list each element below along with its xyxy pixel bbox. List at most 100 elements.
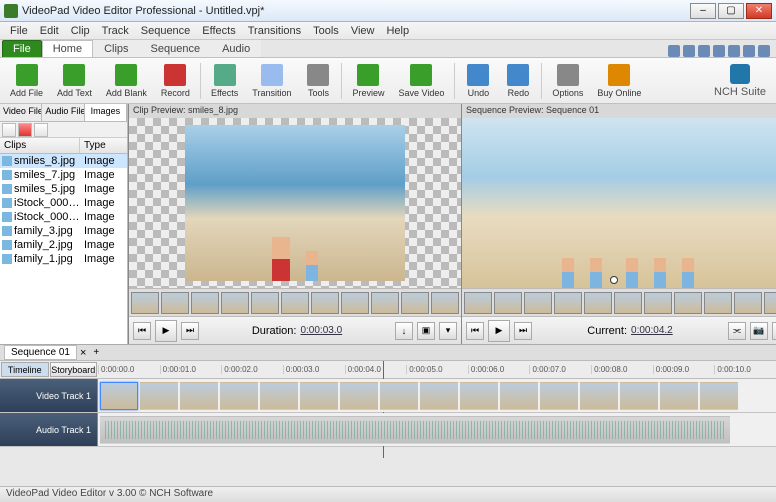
bin-tab-video-files[interactable]: Video Files (0, 104, 42, 121)
frame-thumb[interactable] (161, 292, 189, 314)
frame-thumb[interactable] (554, 292, 582, 314)
video-clip[interactable] (540, 382, 578, 410)
bin-list[interactable]: smiles_8.jpgImagesmiles_7.jpgImagesmiles… (0, 154, 127, 344)
options-button[interactable]: Options (546, 62, 589, 100)
preview-button[interactable]: Preview (346, 62, 390, 100)
frame-thumb[interactable] (704, 292, 732, 314)
more-icon[interactable] (758, 45, 770, 57)
tab-audio[interactable]: Audio (211, 40, 261, 57)
clip-duration[interactable]: 0:00:03.0 (300, 325, 342, 336)
frame-thumb[interactable] (734, 292, 762, 314)
clip-in-button[interactable]: ↓ (395, 322, 413, 340)
frame-thumb[interactable] (584, 292, 612, 314)
video-clip[interactable] (260, 382, 298, 410)
bin-item[interactable]: iStock_000015049876SmImage (0, 196, 127, 210)
tab-file[interactable]: File (2, 40, 42, 57)
audio-track-body[interactable] (98, 413, 776, 446)
buy-online-button[interactable]: Buy Online (591, 62, 647, 100)
menu-effects[interactable]: Effects (196, 23, 241, 39)
bin-item[interactable]: smiles_5.jpgImage (0, 182, 127, 196)
audio-clip[interactable] (100, 416, 730, 444)
clip-preview-viewer[interactable] (129, 118, 461, 288)
frame-thumb[interactable] (281, 292, 309, 314)
seq-current-time[interactable]: 0:00:04.2 (631, 325, 673, 336)
bin-add-icon[interactable] (2, 123, 16, 137)
google-icon[interactable] (698, 45, 710, 57)
audio-track-label[interactable]: Audio Track 1 (0, 413, 98, 446)
facebook-icon[interactable] (668, 45, 680, 57)
frame-thumb[interactable] (371, 292, 399, 314)
frame-thumb[interactable] (251, 292, 279, 314)
bin-header-clips[interactable]: Clips (0, 138, 80, 153)
timeline-ruler[interactable]: 0:00:00.00:00:01.00:00:02.00:00:03.00:00… (98, 361, 776, 378)
tab-clips[interactable]: Clips (93, 40, 139, 57)
bin-item[interactable]: iStock_000015013068SmImage (0, 210, 127, 224)
seq-link-button[interactable]: ⫘ (728, 322, 746, 340)
menu-track[interactable]: Track (96, 23, 135, 39)
frame-thumb[interactable] (494, 292, 522, 314)
video-clip[interactable] (500, 382, 538, 410)
tab-home[interactable]: Home (42, 40, 93, 57)
menu-view[interactable]: View (345, 23, 381, 39)
bin-item[interactable]: smiles_7.jpgImage (0, 168, 127, 182)
bin-item[interactable]: smiles_8.jpgImage (0, 154, 127, 168)
video-track-body[interactable] (98, 379, 776, 412)
video-clip[interactable] (660, 382, 698, 410)
bin-item[interactable]: family_3.jpgImage (0, 224, 127, 238)
menu-file[interactable]: File (4, 23, 34, 39)
video-clip[interactable] (460, 382, 498, 410)
bin-view-icon[interactable] (34, 123, 48, 137)
sequence-tab-close-icon[interactable]: × (77, 347, 89, 359)
bin-header-type[interactable]: Type (80, 138, 110, 153)
frame-thumb[interactable] (644, 292, 672, 314)
clip-next-button[interactable]: ⏭ (181, 322, 199, 340)
frame-thumb[interactable] (464, 292, 492, 314)
menu-help[interactable]: Help (380, 23, 415, 39)
bin-tab-images[interactable]: Images (85, 104, 127, 121)
menu-transitions[interactable]: Transitions (242, 23, 307, 39)
clip-prev-button[interactable]: ⏮ (133, 322, 151, 340)
seq-next-button[interactable]: ⏭ (514, 322, 532, 340)
frame-thumb[interactable] (131, 292, 159, 314)
bin-item[interactable]: family_2.jpgImage (0, 238, 127, 252)
add-sequence-button[interactable]: + (89, 346, 103, 359)
tab-sequence[interactable]: Sequence (140, 40, 212, 57)
seq-options-button[interactable]: ▾ (772, 322, 776, 340)
bin-tab-audio-files[interactable]: Audio Files (42, 104, 84, 121)
frame-thumb[interactable] (341, 292, 369, 314)
video-clip[interactable] (300, 382, 338, 410)
twitter-icon[interactable] (683, 45, 695, 57)
nch-suite-button[interactable]: NCH Suite (714, 64, 772, 98)
menu-edit[interactable]: Edit (34, 23, 65, 39)
sequence-frame-strip[interactable] (462, 288, 776, 316)
frame-thumb[interactable] (674, 292, 702, 314)
clip-play-button[interactable]: ▶ (155, 320, 177, 342)
video-clip[interactable] (220, 382, 258, 410)
rss-icon[interactable] (743, 45, 755, 57)
sequence-tab[interactable]: Sequence 01 (4, 345, 77, 360)
storyboard-mode-button[interactable]: Storyboard (50, 362, 98, 377)
frame-thumb[interactable] (764, 292, 776, 314)
save-video-button[interactable]: Save Video (393, 62, 451, 100)
menu-clip[interactable]: Clip (65, 23, 96, 39)
bin-item[interactable]: family_1.jpgImage (0, 252, 127, 266)
add-blank-button[interactable]: Add Blank (100, 62, 153, 100)
clip-frame-strip[interactable] (129, 288, 461, 316)
frame-thumb[interactable] (431, 292, 459, 314)
frame-thumb[interactable] (191, 292, 219, 314)
redo-button[interactable]: Redo (499, 62, 537, 100)
menu-sequence[interactable]: Sequence (135, 23, 197, 39)
timeline-mode-button[interactable]: Timeline (1, 362, 49, 377)
frame-thumb[interactable] (311, 292, 339, 314)
add-text-button[interactable]: Add Text (51, 62, 98, 100)
transition-button[interactable]: Transition (246, 62, 297, 100)
add-file-button[interactable]: Add File (4, 62, 49, 100)
record-button[interactable]: Record (155, 62, 196, 100)
frame-thumb[interactable] (401, 292, 429, 314)
seq-play-button[interactable]: ▶ (488, 320, 510, 342)
undo-button[interactable]: Undo (459, 62, 497, 100)
minimize-button[interactable]: – (690, 3, 716, 19)
clip-add-button[interactable]: ▣ (417, 322, 435, 340)
video-clip[interactable] (340, 382, 378, 410)
seq-prev-button[interactable]: ⏮ (466, 322, 484, 340)
